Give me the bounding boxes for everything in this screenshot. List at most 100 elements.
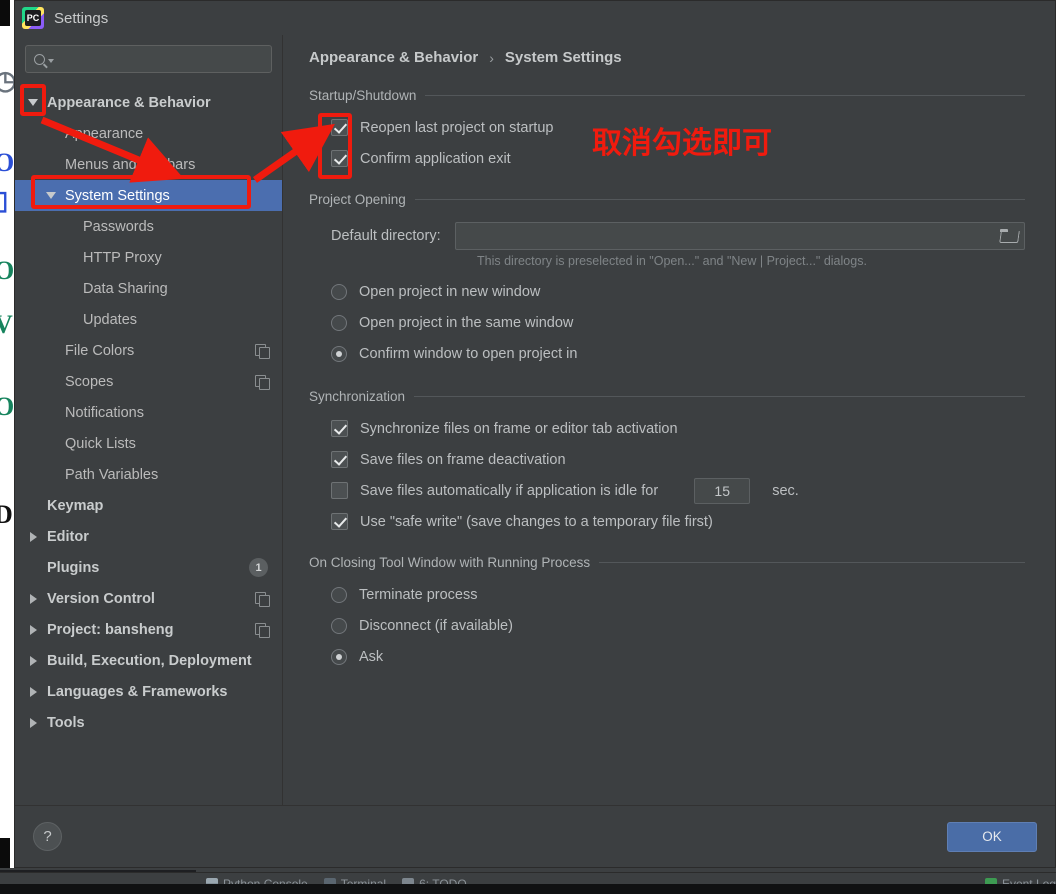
radio-row-disconnect[interactable]: Disconnect (if available) — [331, 610, 1025, 641]
group-title: Startup/Shutdown — [309, 88, 417, 103]
sidebar-item-label: Notifications — [65, 404, 144, 421]
breadcrumb-parent[interactable]: Appearance & Behavior — [309, 49, 478, 66]
settings-dialog: PC Settings Appearance & Behavior Appeara… — [14, 0, 1056, 868]
chevron-right-icon[interactable] — [25, 583, 41, 614]
checkbox-synchronize-files-on-activation[interactable] — [331, 420, 348, 437]
radio-label: Disconnect (if available) — [359, 617, 513, 634]
default-directory-row: Default directory: — [331, 222, 1025, 250]
breadcrumb-current: System Settings — [504, 49, 622, 66]
sidebar-item-file-colors[interactable]: File Colors — [15, 335, 282, 366]
copy-icon[interactable] — [255, 344, 270, 359]
sidebar-item-updates[interactable]: Updates — [15, 304, 282, 335]
idle-seconds-spinner[interactable]: 15 — [694, 477, 751, 504]
sidebar-item-data-sharing[interactable]: Data Sharing — [15, 273, 282, 304]
radio-open-project-new-window[interactable] — [331, 283, 347, 300]
sidebar-item-keymap[interactable]: Keymap — [15, 490, 282, 521]
sidebar-item-label: Scopes — [65, 373, 114, 390]
sidebar-item-scopes[interactable]: Scopes — [15, 366, 282, 397]
radio-row-open-same-window[interactable]: Open project in the same window — [331, 307, 1025, 338]
checkbox-save-files-on-frame-deactivation[interactable] — [331, 451, 348, 468]
copy-icon[interactable] — [255, 375, 270, 390]
chevron-down-icon[interactable] — [25, 87, 41, 118]
checkbox-label: Reopen last project on startup — [360, 119, 554, 136]
sidebar-item-label: Appearance & Behavior — [47, 94, 211, 111]
help-button[interactable]: ? — [33, 822, 62, 851]
sidebar-item-label: HTTP Proxy — [83, 249, 162, 266]
sidebar-item-notifications[interactable]: Notifications — [15, 397, 282, 428]
checkbox-row-reopen-last-project[interactable]: Reopen last project on startup — [331, 112, 1025, 143]
chevron-right-icon[interactable] — [25, 676, 41, 707]
group-header: Startup/Shutdown — [303, 88, 1025, 103]
tree-twisty-placeholder — [61, 304, 77, 335]
radio-row-terminate-process[interactable]: Terminate process — [331, 579, 1025, 610]
ok-button[interactable]: OK — [947, 821, 1037, 852]
sidebar-item-label: Project: bansheng — [47, 621, 174, 638]
sidebar-item-languages-frameworks[interactable]: Languages & Frameworks — [15, 676, 282, 707]
group-divider — [414, 396, 1025, 397]
sidebar-item-system-settings[interactable]: System Settings — [15, 180, 282, 211]
radio-row-open-new-window[interactable]: Open project in new window — [331, 276, 1025, 307]
search-input[interactable] — [54, 51, 271, 67]
radio-row-ask[interactable]: Ask — [331, 641, 1025, 672]
sidebar-item-build-execution-deployment[interactable]: Build, Execution, Deployment — [15, 645, 282, 676]
chevron-down-icon[interactable] — [43, 180, 59, 211]
radio-terminate-process[interactable] — [331, 586, 347, 603]
radio-label: Ask — [359, 648, 384, 665]
tree-twisty-placeholder — [43, 149, 59, 180]
sidebar-item-version-control[interactable]: Version Control — [15, 583, 282, 614]
radio-ask[interactable] — [331, 648, 347, 665]
checkbox-save-files-automatically-idle[interactable] — [331, 482, 348, 499]
checkbox-row-synchronize-files[interactable]: Synchronize files on frame or editor tab… — [331, 413, 1025, 444]
search-box[interactable] — [25, 45, 272, 73]
group-title: On Closing Tool Window with Running Proc… — [309, 555, 591, 570]
group-title: Synchronization — [309, 389, 406, 404]
seconds-unit-label: sec. — [772, 482, 799, 499]
sidebar-item-editor[interactable]: Editor — [15, 521, 282, 552]
sidebar-item-appearance[interactable]: Appearance — [15, 118, 282, 149]
sidebar-item-http-proxy[interactable]: HTTP Proxy — [15, 242, 282, 273]
sidebar-item-passwords[interactable]: Passwords — [15, 211, 282, 242]
default-directory-label: Default directory: — [331, 228, 441, 244]
checkbox-row-save-on-deactivation[interactable]: Save files on frame deactivation — [331, 444, 1025, 475]
copy-icon[interactable] — [255, 623, 270, 638]
settings-tree: Appearance & Behavior Appearance Menus and… — [15, 85, 282, 805]
group-closing-tool-window: On Closing Tool Window with Running Proc… — [303, 555, 1025, 672]
radio-confirm-window-to-open-project-in[interactable] — [331, 345, 347, 362]
sidebar-item-label: Appearance — [65, 125, 144, 142]
chevron-right-icon[interactable] — [25, 707, 41, 738]
checkbox-row-safe-write[interactable]: Use "safe write" (save changes to a temp… — [331, 506, 1025, 537]
default-directory-field[interactable] — [454, 222, 1025, 250]
checkbox-reopen-last-project[interactable] — [331, 119, 348, 136]
radio-label: Open project in the same window — [359, 314, 574, 331]
radio-open-project-same-window[interactable] — [331, 314, 347, 331]
checkbox-row-save-automatically[interactable]: Save files automatically if application … — [331, 475, 1025, 506]
checkbox-label: Confirm application exit — [360, 150, 511, 167]
sidebar-item-plugins[interactable]: Plugins 1 — [15, 552, 282, 583]
tree-twisty-placeholder — [25, 552, 41, 583]
sidebar-item-menus-and-toolbars[interactable]: Menus and Toolbars — [15, 149, 282, 180]
folder-icon[interactable] — [1000, 229, 1018, 243]
default-directory-input[interactable] — [461, 228, 1000, 244]
sidebar-item-project-bansheng[interactable]: Project: bansheng — [15, 614, 282, 645]
sidebar-item-label: Version Control — [47, 590, 155, 607]
dialog-titlebar: PC Settings — [15, 1, 1055, 35]
sidebar-item-tools[interactable]: Tools — [15, 707, 282, 738]
sidebar-item-label: Passwords — [83, 218, 154, 235]
chevron-right-icon[interactable] — [25, 614, 41, 645]
radio-label: Open project in new window — [359, 283, 541, 300]
checkbox-row-confirm-application-exit[interactable]: Confirm application exit — [331, 143, 1025, 174]
chevron-right-icon[interactable] — [25, 645, 41, 676]
copy-icon[interactable] — [255, 592, 270, 607]
sidebar-item-path-variables[interactable]: Path Variables — [15, 459, 282, 490]
background-edge-top — [0, 0, 10, 26]
sidebar-item-quick-lists[interactable]: Quick Lists — [15, 428, 282, 459]
sidebar-item-appearance-behavior[interactable]: Appearance & Behavior — [15, 87, 282, 118]
radio-row-confirm-window[interactable]: Confirm window to open project in — [331, 338, 1025, 369]
radio-disconnect-if-available[interactable] — [331, 617, 347, 634]
group-project-opening: Project Opening Default directory: This … — [303, 192, 1025, 369]
checkbox-use-safe-write[interactable] — [331, 513, 348, 530]
checkbox-confirm-application-exit[interactable] — [331, 150, 348, 167]
chevron-right-icon[interactable] — [25, 521, 41, 552]
group-divider — [425, 95, 1025, 96]
tree-twisty-placeholder — [43, 335, 59, 366]
